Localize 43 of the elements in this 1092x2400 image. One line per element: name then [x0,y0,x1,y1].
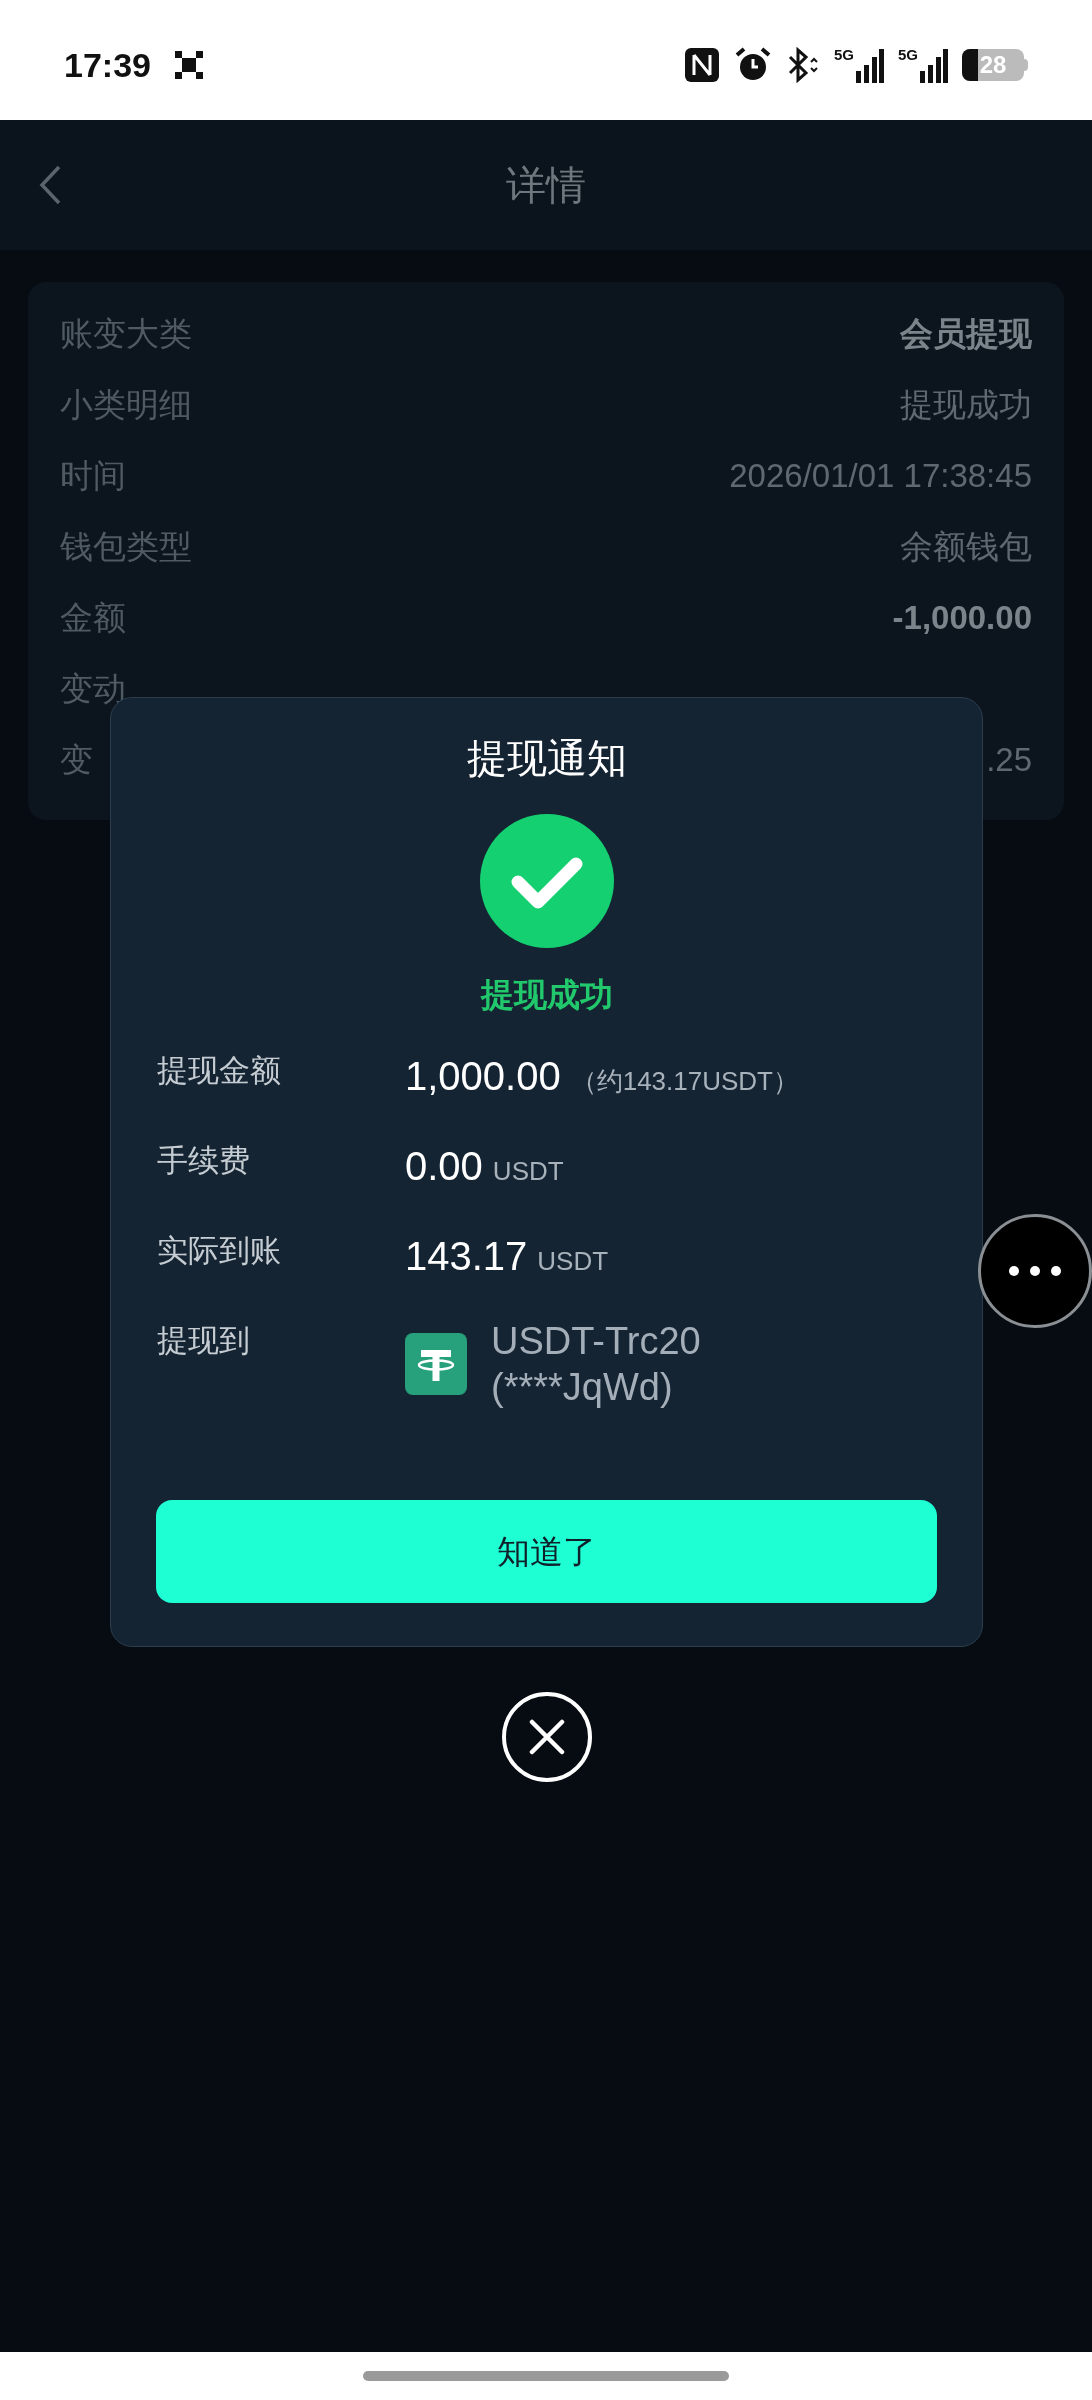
detail-label: 金额 [60,598,126,639]
amount-value: 0.00 [405,1142,483,1190]
close-icon [529,1719,565,1755]
amount-unit: USDT [492,1154,564,1188]
amount-value: 143.17 [405,1232,528,1280]
dialog-title: 提现通知 [466,735,627,782]
info-label: 手续费 [157,1141,251,1180]
status-time: 17:39 [64,44,151,86]
success-check-icon [479,814,614,948]
info-label: 提现金额 [157,1051,282,1090]
signal-icon [920,47,948,83]
signal-icon [856,47,884,83]
network-type: 5G [833,47,854,62]
info-label: 提现到 [157,1321,251,1360]
success-status: 提现成功 [480,975,613,1015]
got-it-button[interactable]: 知道了 [156,1500,937,1603]
detail-label: 变 [60,740,93,781]
info-label: 实际到账 [157,1231,282,1270]
close-button[interactable] [502,1692,592,1782]
detail-value: 2026/01/01 17:38:45 [729,456,1032,497]
tether-icon [405,1332,467,1395]
wallet-address: (****JqWd) [491,1364,674,1410]
detail-label: 小类明细 [60,385,192,426]
amount-unit: USDT [537,1244,609,1278]
network-type: 5G [898,47,918,62]
back-icon [39,165,61,205]
detail-label: 账变大类 [60,314,192,355]
nfc-icon [683,47,720,83]
amount-value: 1,000.00 [405,1052,561,1100]
battery-level: 28 [979,50,1007,80]
page-title: 详情 [506,162,586,209]
more-icon [1008,1265,1062,1277]
detail-value: 提现成功 [900,385,1032,426]
detail-value: .25 [986,740,1032,781]
detail-label: 钱包类型 [60,527,192,568]
app-icon [174,51,203,79]
amount-unit: （约143.17USDT） [570,1064,799,1098]
detail-value: 余额钱包 [900,527,1032,568]
wallet-address: USDT-Trc20 [491,1318,701,1364]
detail-label: 时间 [60,456,126,497]
detail-value: 会员提现 [900,314,1032,355]
detail-value: -1,000.00 [892,598,1032,639]
detail-label: 变动 [60,669,126,710]
